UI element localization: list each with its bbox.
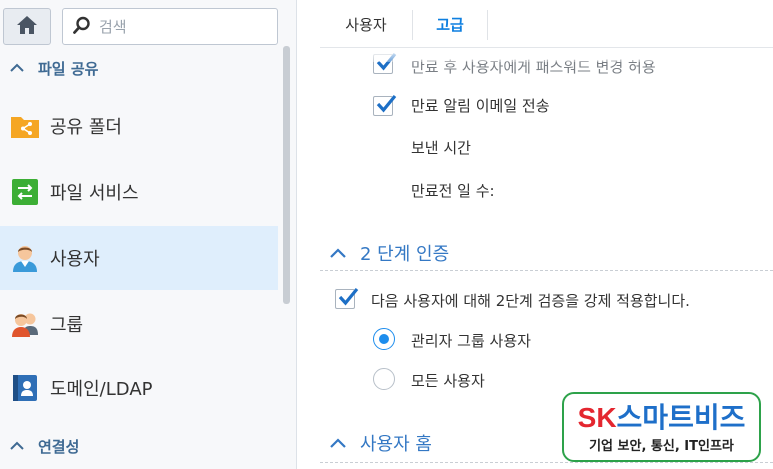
section-connectivity[interactable]: 연결성 xyxy=(0,426,280,466)
sidebar-item-label: 그룹 xyxy=(50,315,84,336)
radio-all-users[interactable] xyxy=(373,368,395,390)
domain-ldap-icon xyxy=(10,373,40,403)
search-input[interactable] xyxy=(99,17,259,36)
scroll-fade xyxy=(298,48,773,62)
user-icon xyxy=(10,243,40,273)
sidebar-item-shared-folder[interactable]: 공유 폴더 xyxy=(0,94,278,158)
sidebar-item-label: 파일 서비스 xyxy=(50,183,139,204)
home-button[interactable] xyxy=(3,8,51,45)
watermark-brand-sk: SK xyxy=(577,402,617,433)
send-time-label: 보낸 시간 xyxy=(411,139,471,157)
expiry-notify-email-label: 만료 알림 이메일 전송 xyxy=(411,97,550,115)
watermark-brand-rest: 스마트비즈 xyxy=(616,402,746,433)
chevron-up-icon xyxy=(10,437,24,455)
section-divider xyxy=(320,270,773,271)
section-label: 연결성 xyxy=(38,437,80,456)
tab-user[interactable]: 사용자 xyxy=(320,0,412,48)
sidebar-item-label: 공유 폴더 xyxy=(50,117,122,138)
section-file-sharing[interactable]: 파일 공유 xyxy=(0,48,280,88)
tab-label: 사용자 xyxy=(345,15,387,34)
section-two-factor[interactable]: 2 단계 인증 xyxy=(330,240,449,266)
radio-all-users-label: 모든 사용자 xyxy=(411,372,485,390)
tab-bar: 사용자 고급 xyxy=(320,0,773,48)
section-divider xyxy=(320,462,773,463)
section-label: 파일 공유 xyxy=(38,59,99,78)
sidebar-item-group[interactable]: 그룹 xyxy=(0,292,278,356)
expiry-notify-email-checkbox[interactable] xyxy=(373,94,397,116)
sidebar-item-label: 사용자 xyxy=(50,249,100,270)
enforce-2fa-label: 다음 사용자에 대해 2단계 검증을 강제 적용합니다. xyxy=(371,292,690,310)
section-title: 사용자 홈 xyxy=(360,434,432,455)
sidebar-item-user[interactable]: 사용자 xyxy=(0,226,278,290)
sidebar: 파일 공유 공유 폴더 파일 서비스 사용자 그룹 도메인/LDAP xyxy=(0,0,297,469)
file-services-icon xyxy=(10,177,40,207)
home-icon xyxy=(16,15,38,39)
sidebar-item-label: 도메인/LDAP xyxy=(50,379,153,400)
chevron-up-icon xyxy=(10,59,24,77)
search-icon xyxy=(73,16,91,38)
shared-folder-icon xyxy=(10,111,40,141)
tab-label: 고급 xyxy=(436,15,464,34)
watermark-logo: SK스마트비즈 기업 보안, 통신, IT인프라 xyxy=(562,392,761,462)
watermark-brand: SK스마트비즈 xyxy=(564,396,759,436)
tab-divider xyxy=(487,10,488,40)
radio-admin-group-users-label: 관리자 그룹 사용자 xyxy=(411,332,531,350)
radio-admin-group-users[interactable] xyxy=(373,328,395,350)
sidebar-item-domain-ldap[interactable]: 도메인/LDAP xyxy=(0,356,278,420)
days-before-expiry-label: 만료전 일 수: xyxy=(411,182,495,200)
tab-advanced[interactable]: 고급 xyxy=(413,0,487,48)
chevron-up-icon xyxy=(330,243,346,264)
sidebar-item-file-services[interactable]: 파일 서비스 xyxy=(0,160,278,224)
section-title: 2 단계 인증 xyxy=(360,244,450,265)
enforce-2fa-checkbox[interactable] xyxy=(335,287,359,309)
search-box[interactable] xyxy=(62,8,278,45)
watermark-tagline: 기업 보안, 통신, IT인프라 xyxy=(589,439,734,454)
sidebar-scrollbar[interactable] xyxy=(283,46,290,304)
group-icon xyxy=(10,309,40,339)
chevron-up-icon xyxy=(330,433,346,454)
section-user-home[interactable]: 사용자 홈 xyxy=(330,430,432,456)
